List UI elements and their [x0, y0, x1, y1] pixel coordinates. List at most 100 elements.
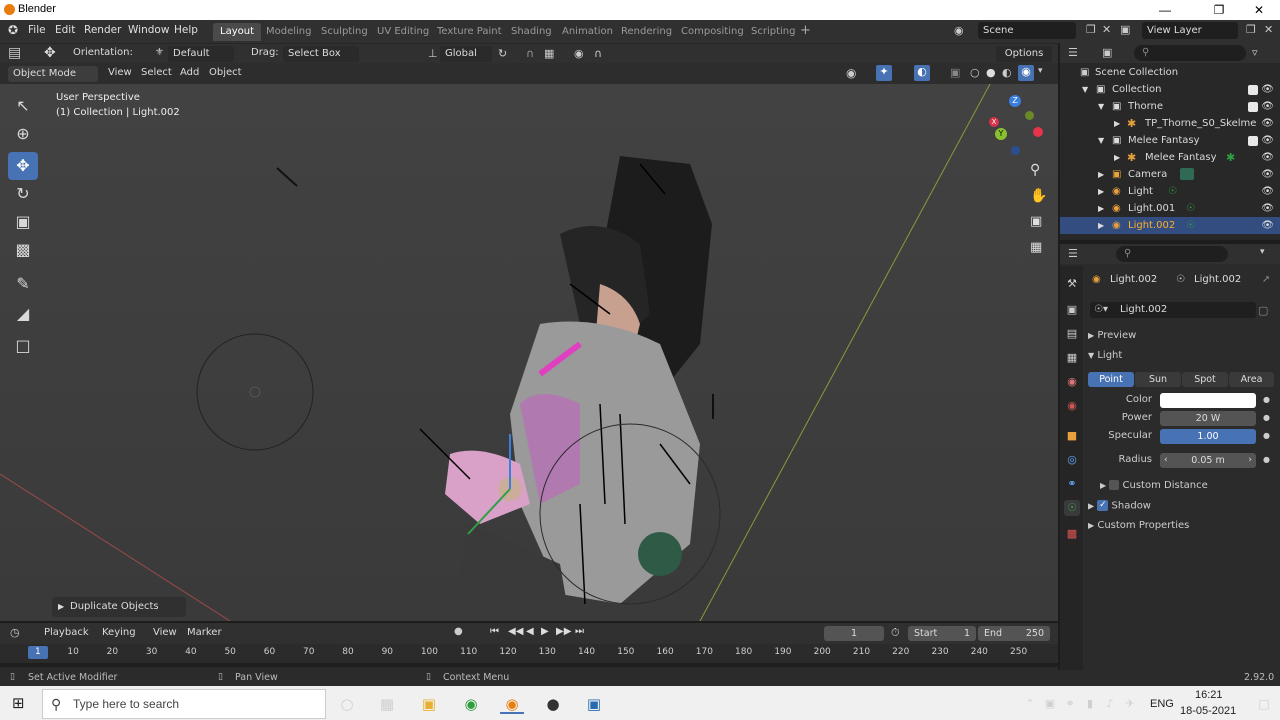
- proportional-edit-icon[interactable]: ◉: [574, 47, 584, 60]
- outliner-row[interactable]: ▶ ◉ Light.001 ☉ 👁: [1060, 200, 1280, 217]
- operator-panel[interactable]: ▶ Duplicate Objects: [52, 597, 186, 617]
- wireframe-shading-icon[interactable]: ○: [970, 66, 980, 79]
- outliner-row[interactable]: ▶ ◉ Light ☉ 👁: [1060, 183, 1280, 200]
- options-dropdown[interactable]: Options: [996, 46, 1052, 62]
- expand-arrow-icon[interactable]: ▶: [1098, 200, 1104, 217]
- tab-texture-paint[interactable]: Texture Paint: [430, 23, 509, 41]
- play-icon[interactable]: ▶: [541, 626, 549, 637]
- datablock-field[interactable]: ☉▾ Light.002: [1090, 302, 1256, 318]
- visibility-eye-icon[interactable]: 👁: [1261, 98, 1274, 115]
- expand-arrow-icon[interactable]: ▶: [1098, 217, 1104, 234]
- blender-menu-icon[interactable]: ✪: [8, 23, 18, 37]
- jump-end-icon[interactable]: ⏭: [575, 626, 584, 637]
- editor-type-icon[interactable]: ▤: [8, 45, 21, 61]
- physics-tab-icon[interactable]: ◎: [1064, 452, 1080, 468]
- viewport-menu-select[interactable]: Select: [141, 67, 172, 78]
- windows-start-icon[interactable]: ⊞: [12, 694, 25, 712]
- visibility-eye-icon[interactable]: 👁: [1261, 81, 1274, 98]
- keyframe-dot-icon[interactable]: ●: [1263, 413, 1270, 422]
- light-data-tab-icon[interactable]: ☉: [1064, 500, 1080, 516]
- expand-arrow-icon[interactable]: ▶: [1114, 149, 1120, 166]
- xray-icon[interactable]: ▣: [950, 66, 960, 79]
- scale-tool-icon[interactable]: ▣: [8, 208, 38, 236]
- outliner-row[interactable]: ▶ ▣ Camera 👁: [1060, 166, 1280, 183]
- shadow-panel-header[interactable]: ▶ ✓ Shadow: [1088, 500, 1151, 512]
- tool-tab-icon[interactable]: ⚒: [1064, 276, 1080, 292]
- constraints-tab-icon[interactable]: ⚭: [1064, 476, 1080, 492]
- outliner-row-selected[interactable]: ▶ ◉ Light.002 ☉ 👁: [1060, 217, 1280, 234]
- outliner-row[interactable]: ▣ Scene Collection: [1060, 64, 1280, 81]
- tab-shading[interactable]: Shading: [504, 23, 559, 41]
- outliner-row[interactable]: ▼ ▣ Thorne 👁: [1060, 98, 1280, 115]
- light-type-point[interactable]: Point: [1088, 372, 1134, 387]
- output-tab-icon[interactable]: ▤: [1064, 326, 1080, 342]
- blender-taskbar-icon[interactable]: ◉: [500, 694, 524, 714]
- material-shading-icon[interactable]: ◐: [1002, 66, 1012, 79]
- gizmo-toggle-icon[interactable]: ✦: [876, 65, 892, 81]
- light-type-area[interactable]: Area: [1229, 372, 1274, 387]
- view-layer-tab-icon[interactable]: ▦: [1064, 350, 1080, 366]
- viewport-menu-view[interactable]: View: [108, 67, 132, 78]
- jump-start-icon[interactable]: ⏮: [490, 626, 499, 637]
- timeline-menu-marker[interactable]: Marker: [187, 627, 222, 638]
- include-checkbox[interactable]: [1248, 136, 1258, 146]
- view-layer-icon[interactable]: ▣: [1120, 23, 1130, 36]
- scene-icon[interactable]: ◉: [954, 24, 964, 37]
- notifications-icon[interactable]: □: [1252, 694, 1276, 714]
- viewport-menu-add[interactable]: Add: [180, 67, 199, 78]
- tab-layout[interactable]: Layout: [213, 23, 261, 41]
- viewport-menu-object[interactable]: Object: [209, 67, 242, 78]
- measure-tool-icon[interactable]: ◢: [8, 300, 38, 328]
- outliner-row[interactable]: ▼ ▣ Melee Fantasy 👁: [1060, 132, 1280, 149]
- minimize-button[interactable]: —: [1142, 0, 1188, 20]
- rendered-shading-icon[interactable]: ◉: [1018, 65, 1034, 81]
- snap-target-icon[interactable]: ▦: [544, 47, 554, 60]
- timeline-menu-playback[interactable]: Playback: [44, 627, 89, 638]
- object-tab-icon[interactable]: ■: [1064, 428, 1080, 444]
- menu-file[interactable]: File: [28, 24, 46, 36]
- light-type-spot[interactable]: Spot: [1182, 372, 1228, 387]
- current-frame-field[interactable]: 1: [824, 626, 884, 641]
- outliner-search-input[interactable]: ⚲: [1134, 45, 1246, 61]
- filter-icon[interactable]: ▿: [1252, 46, 1258, 59]
- radius-field[interactable]: ‹ 0.05 m ›: [1160, 453, 1256, 468]
- visibility-eye-icon[interactable]: 👁: [1261, 149, 1274, 166]
- outliner-editor-icon[interactable]: ☰: [1068, 46, 1078, 59]
- tab-sculpting[interactable]: Sculpting: [314, 23, 375, 41]
- select-box-tool-icon[interactable]: ↖: [8, 92, 38, 120]
- delete-view-layer-icon[interactable]: ✕: [1264, 23, 1273, 36]
- include-checkbox[interactable]: [1248, 85, 1258, 95]
- expand-arrow-icon[interactable]: ▶: [1114, 115, 1120, 132]
- keyframe-dot-icon[interactable]: ●: [1263, 395, 1270, 404]
- timeline-menu-view[interactable]: View: [153, 627, 177, 638]
- close-button[interactable]: ✕: [1236, 0, 1280, 20]
- increment-arrow-icon[interactable]: ›: [1248, 453, 1252, 468]
- view-layer-selector[interactable]: View Layer: [1142, 22, 1238, 39]
- scene-selector[interactable]: Scene: [978, 22, 1076, 39]
- tab-uv-editing[interactable]: UV Editing: [370, 23, 436, 41]
- expand-arrow-icon[interactable]: ▶: [1098, 183, 1104, 200]
- visibility-eye-icon[interactable]: 👁: [1261, 115, 1274, 132]
- decrement-arrow-icon[interactable]: ‹: [1164, 453, 1168, 468]
- snap-icon[interactable]: ∩: [526, 47, 534, 60]
- task-view-icon[interactable]: ▦: [375, 694, 399, 714]
- timeline-menu-keying[interactable]: Keying: [102, 627, 136, 638]
- cortana-icon[interactable]: ○: [335, 694, 359, 714]
- visibility-eye-icon[interactable]: 👁: [1261, 183, 1274, 200]
- properties-options-icon[interactable]: ▾: [1260, 247, 1265, 257]
- menu-edit[interactable]: Edit: [55, 24, 75, 36]
- gizmo-neg-y[interactable]: [1025, 111, 1034, 120]
- file-explorer-icon[interactable]: ▣: [417, 694, 441, 714]
- timeline-scrollbar[interactable]: [0, 663, 1058, 667]
- add-cube-tool-icon[interactable]: □: [8, 332, 38, 360]
- menu-help[interactable]: Help: [174, 24, 198, 36]
- falloff-icon[interactable]: ∩: [594, 47, 602, 60]
- mode-dropdown[interactable]: Object Mode: [8, 66, 98, 82]
- frame-ruler[interactable]: 1 10 20 30 40 50 60 70 80 90 100 110 120 130 140 150 160…: [0, 647, 1058, 661]
- gizmo-z-axis[interactable]: Z: [1009, 95, 1021, 107]
- properties-search-input[interactable]: ⚲: [1116, 246, 1228, 262]
- render-tab-icon[interactable]: ▣: [1064, 302, 1080, 318]
- scene-tab-icon[interactable]: ◉: [1064, 374, 1080, 390]
- display-mode-icon[interactable]: ▣: [1102, 46, 1112, 59]
- color-swatch[interactable]: [1160, 393, 1256, 408]
